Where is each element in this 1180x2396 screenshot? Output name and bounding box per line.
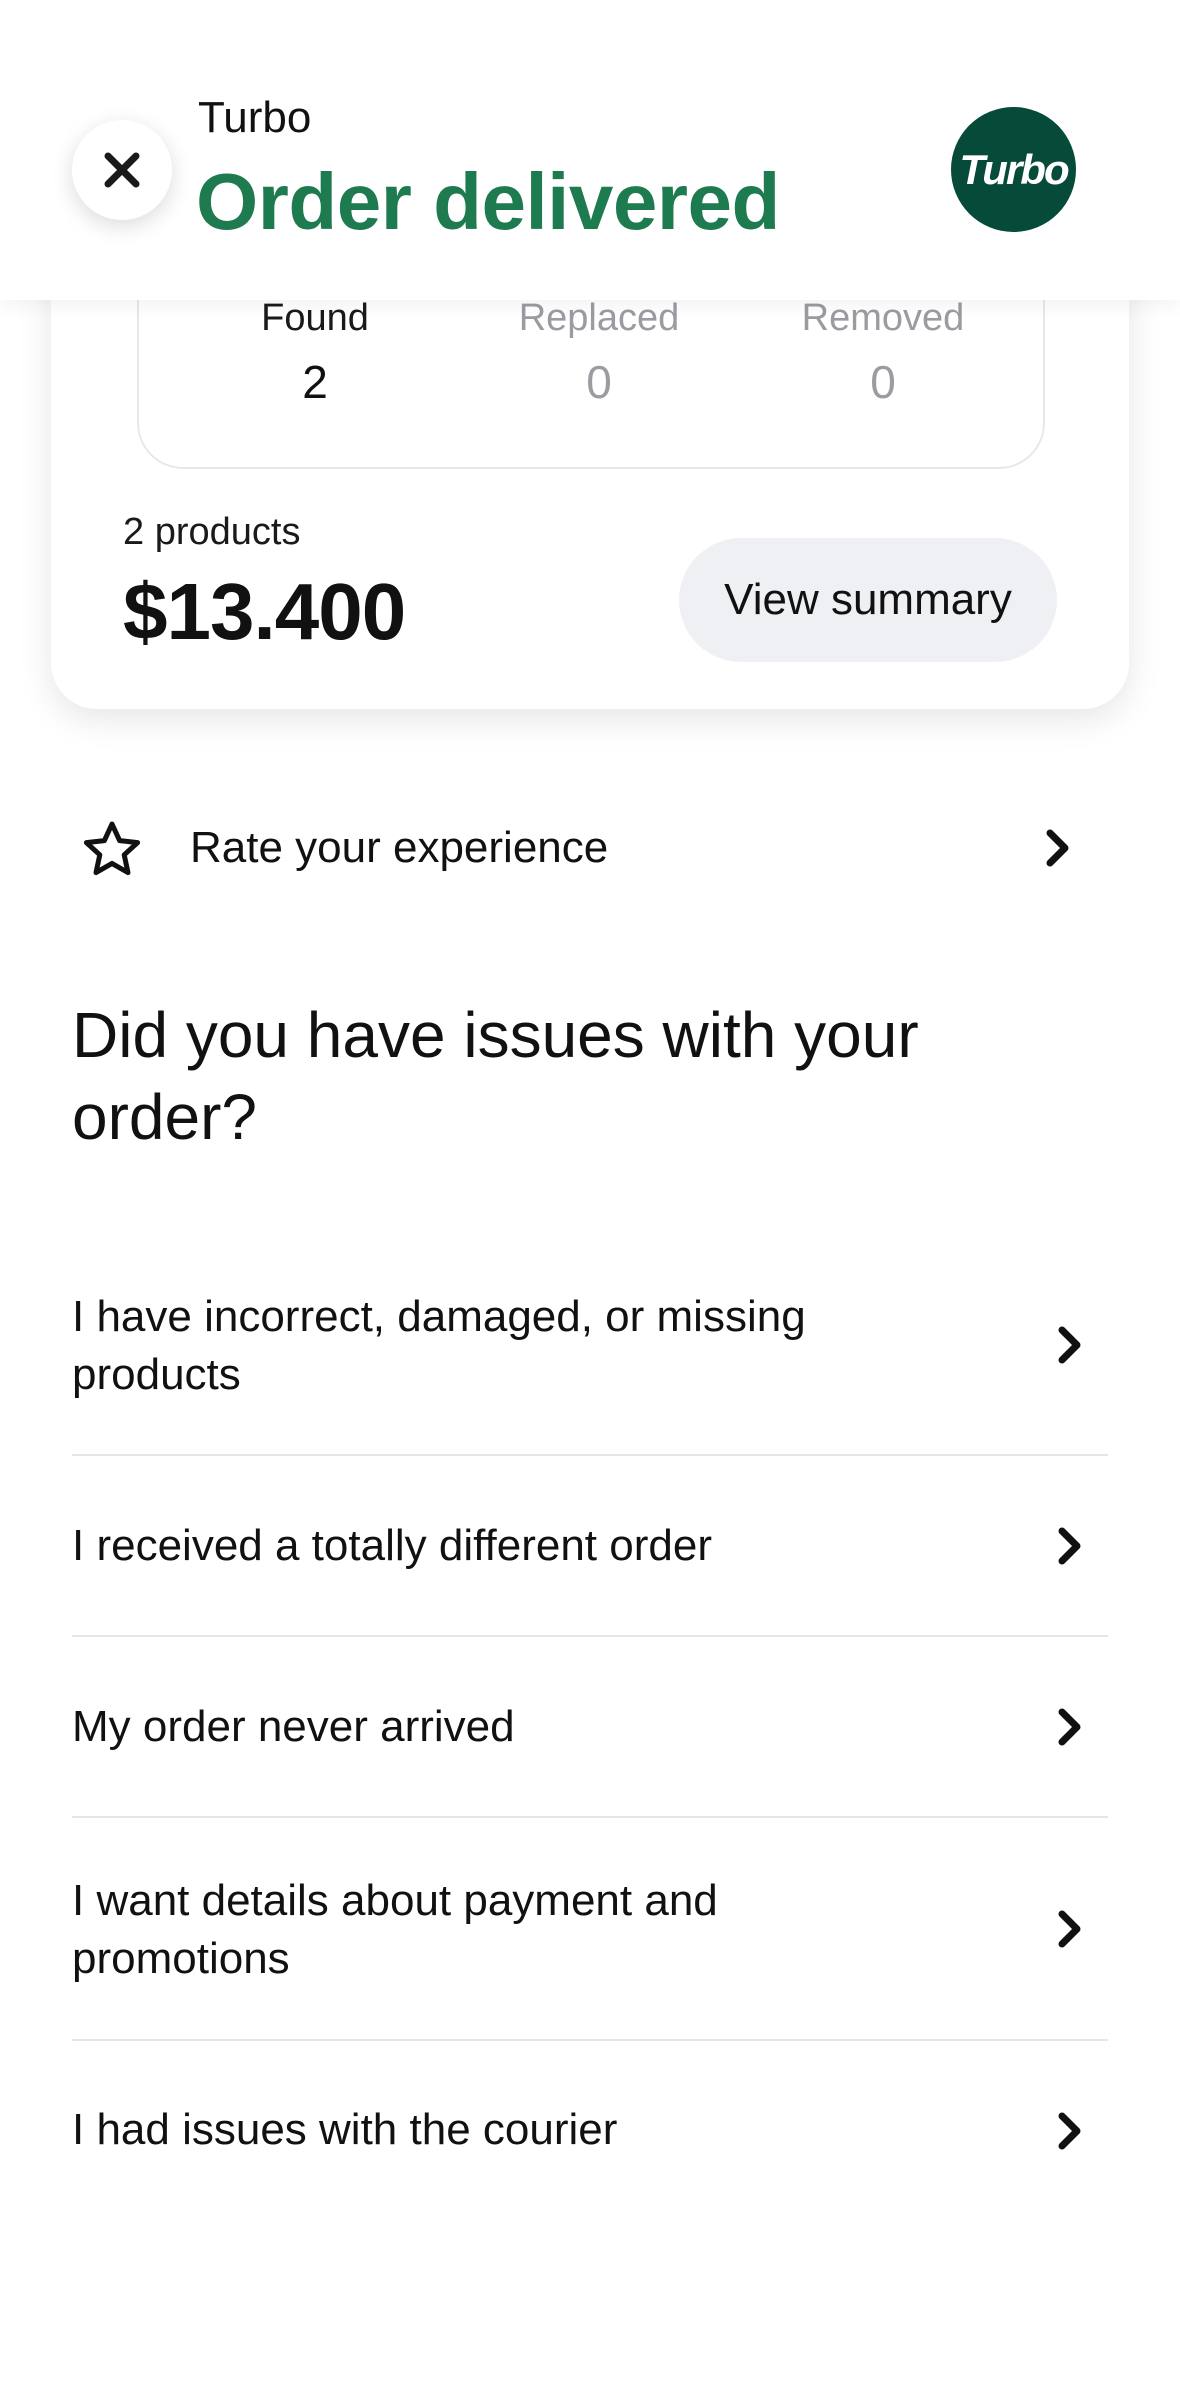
stat-found-value: 2: [302, 356, 328, 408]
issue-label: I have incorrect, damaged, or missing pr…: [72, 1292, 806, 1399]
issues-list: I have incorrect, damaged, or missing pr…: [72, 1236, 1108, 2221]
issue-courier[interactable]: I had issues with the courier: [72, 2041, 1108, 2221]
close-button[interactable]: [72, 120, 172, 220]
rate-experience-label: Rate your experience: [190, 823, 609, 872]
issue-different-order[interactable]: I received a totally different order: [72, 1456, 1108, 1637]
rate-experience-row[interactable]: Rate your experience: [72, 800, 1108, 896]
stat-removed-value: 0: [870, 356, 896, 408]
chevron-right-icon: [1058, 1527, 1081, 1564]
stat-replaced-value: 0: [586, 356, 612, 408]
store-logo-text: Turbo: [959, 145, 1069, 193]
close-icon: [104, 152, 140, 188]
stat-replaced: Replaced 0: [469, 294, 729, 414]
stat-removed: Removed 0: [753, 294, 1013, 414]
header: Turbo Order delivered Turbo: [0, 0, 1180, 300]
issues-heading: Did you have issues with your order?: [72, 999, 919, 1153]
chevron-right-icon: [1058, 1326, 1081, 1364]
star-icon: [83, 821, 141, 876]
chevron-right-icon: [1046, 829, 1069, 867]
chevron-right-icon: [1058, 1708, 1081, 1745]
stat-found-label: Found: [261, 297, 369, 339]
issue-label: I received a totally different order: [72, 1521, 712, 1570]
issue-payment-promotions[interactable]: I want details about payment and promoti…: [72, 1818, 1108, 2041]
page-title: Order delivered: [196, 157, 780, 246]
issue-label: I want details about payment and promoti…: [72, 1876, 718, 1983]
issue-label: My order never arrived: [72, 1702, 515, 1751]
view-summary-button[interactable]: View summary: [679, 538, 1057, 662]
issue-incorrect-products[interactable]: I have incorrect, damaged, or missing pr…: [72, 1236, 1108, 1456]
order-total: $13.400: [123, 567, 406, 656]
chevron-right-icon: [1058, 1910, 1081, 1947]
stat-replaced-label: Replaced: [518, 297, 680, 339]
store-logo: Turbo: [951, 107, 1076, 232]
products-count: 2 products: [123, 511, 301, 553]
stat-found: Found 2: [185, 294, 445, 414]
issue-label: I had issues with the courier: [72, 2105, 618, 2154]
stat-removed-label: Removed: [801, 297, 965, 339]
store-name: Turbo: [198, 93, 312, 142]
issue-never-arrived[interactable]: My order never arrived: [72, 1637, 1108, 1818]
chevron-right-icon: [1058, 2112, 1081, 2150]
